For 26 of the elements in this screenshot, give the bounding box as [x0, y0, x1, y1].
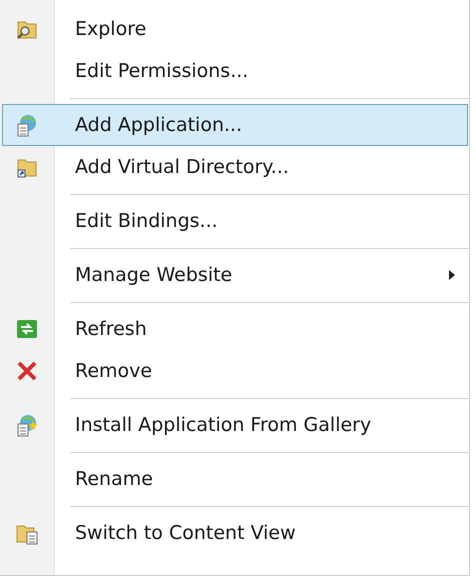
menu-item[interactable]: Add Application...: [2, 104, 468, 146]
menu-item[interactable]: Add Virtual Directory...: [2, 146, 468, 188]
menu-item-label: Refresh: [75, 318, 148, 340]
menu-item[interactable]: Rename: [2, 458, 468, 500]
menu-item[interactable]: Manage Website: [2, 254, 468, 296]
menu-item[interactable]: Refresh: [2, 308, 468, 350]
menu-item-label: Switch to Content View: [75, 522, 297, 544]
menu-item-label: Explore: [75, 18, 148, 40]
menu-item[interactable]: Explore: [2, 8, 468, 50]
menu-item-label: Edit Permissions...: [75, 60, 250, 82]
globe-document-icon: [15, 113, 39, 137]
menu-item-label: Manage Website: [75, 264, 234, 286]
globe-document-icon: [15, 413, 39, 437]
menu-item-label: Install Application From Gallery: [75, 414, 372, 436]
close-icon: [15, 359, 39, 383]
menu-item-label: Edit Bindings...: [75, 210, 219, 232]
menu-item-label: Remove: [75, 360, 154, 382]
menu-item[interactable]: Edit Permissions...: [2, 50, 468, 92]
menu-item-label: Rename: [75, 468, 154, 490]
menu-item[interactable]: Edit Bindings...: [2, 200, 468, 242]
menu-item-label: Add Application...: [75, 114, 244, 136]
menu-item[interactable]: Switch to Content View: [2, 512, 468, 554]
refresh-icon: [15, 317, 39, 341]
menu-item[interactable]: Remove: [2, 350, 468, 392]
menu-item[interactable]: Install Application From Gallery: [2, 404, 468, 446]
menu-item-label: Add Virtual Directory...: [75, 156, 290, 178]
